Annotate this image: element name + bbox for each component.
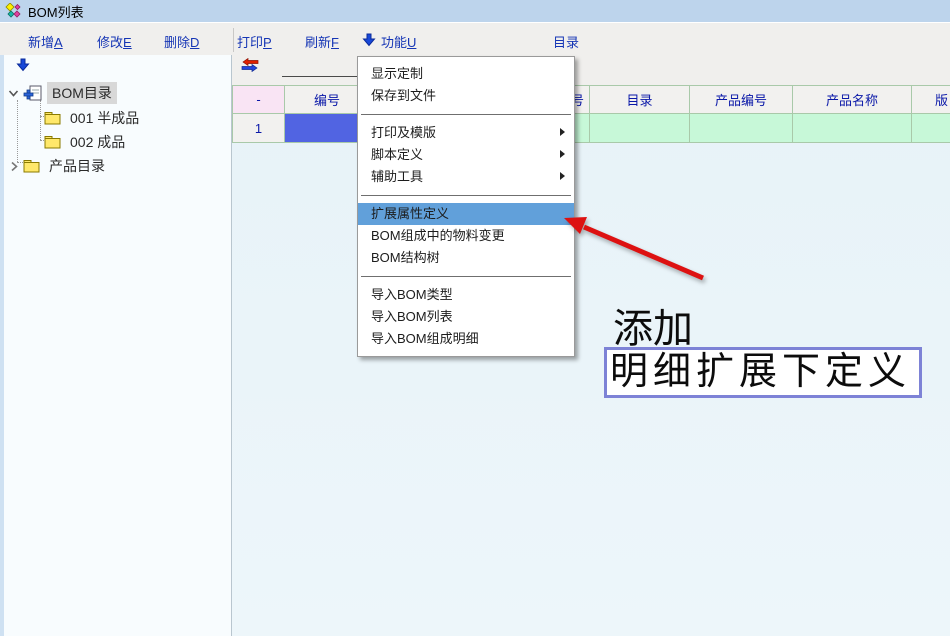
annotation-line2: 明细扩展下定义	[604, 347, 922, 398]
submenu-arrow-icon	[560, 150, 565, 158]
chevron-down-icon[interactable]	[8, 89, 19, 98]
tree-item-label[interactable]: BOM目录	[47, 82, 117, 104]
menu-item-extended-attributes[interactable]: 扩展属性定义	[358, 203, 574, 225]
edit-button[interactable]: 修改E	[97, 32, 132, 51]
tree-item-001[interactable]: 001 半成品	[44, 107, 144, 129]
menu-item-bom-structure-tree[interactable]: BOM结构树	[358, 247, 574, 269]
menu-item-import-bom-detail[interactable]: 导入BOM组成明细	[358, 328, 574, 350]
menu-item-import-bom-list[interactable]: 导入BOM列表	[358, 306, 574, 328]
annotation-line1: 添加	[613, 296, 693, 354]
table-cell[interactable]	[912, 114, 950, 143]
menu-separator	[361, 276, 571, 277]
bom-list-window: BOM列表 新增A 修改E 删除D 打印P 刷新F 功能U 目录	[0, 0, 950, 636]
bom-app-icon	[5, 3, 22, 19]
column-header-directory[interactable]: 目录	[590, 85, 690, 114]
swap-columns-icon[interactable]	[240, 58, 260, 72]
menu-separator	[361, 195, 571, 196]
column-header-product-number[interactable]: 产品编号	[690, 85, 793, 114]
directory-button[interactable]: 目录	[553, 32, 579, 51]
menu-item-bom-material-change[interactable]: BOM组成中的物料变更	[358, 225, 574, 247]
delete-button[interactable]: 删除D	[164, 32, 199, 51]
menu-item-aux-tools[interactable]: 辅助工具	[358, 166, 574, 188]
function-button[interactable]: 功能U	[381, 32, 416, 51]
tree-connector	[40, 100, 41, 140]
bom-document-icon	[23, 85, 43, 102]
column-header-product-name[interactable]: 产品名称	[793, 85, 912, 114]
tree-item-label[interactable]: 002 成品	[65, 131, 130, 153]
add-button[interactable]: 新增A	[28, 32, 63, 51]
folder-icon	[44, 111, 61, 125]
tree-item-002[interactable]: 002 成品	[44, 131, 130, 153]
column-header-indicator[interactable]: -	[232, 85, 285, 114]
column-header-version[interactable]: 版	[912, 85, 950, 114]
menu-item-script-define[interactable]: 脚本定义	[358, 144, 574, 166]
table-cell[interactable]	[590, 114, 690, 143]
window-left-edge	[0, 55, 4, 636]
table-cell[interactable]	[793, 114, 912, 143]
submenu-arrow-icon	[560, 128, 565, 136]
tree-connector	[17, 100, 18, 162]
menu-item-print-templates[interactable]: 打印及模版	[358, 122, 574, 144]
toolbar-separator	[233, 28, 234, 52]
function-menu: 显示定制 保存到文件 打印及模版 脚本定义 辅助工具 扩展属性定义 BOM组成中…	[357, 56, 575, 357]
down-arrow-icon	[362, 33, 376, 47]
print-button[interactable]: 打印P	[237, 32, 272, 51]
table-cell[interactable]	[690, 114, 793, 143]
down-arrow-icon[interactable]	[16, 58, 30, 72]
grid-toolbar-strip	[232, 55, 950, 85]
tree-item-label[interactable]: 产品目录	[44, 155, 110, 177]
titlebar: BOM列表	[0, 0, 950, 22]
quick-filter-field[interactable]	[282, 76, 358, 77]
menu-item-display-custom[interactable]: 显示定制	[358, 63, 574, 85]
bom-grid-panel: - 编号 号 目录 产品编号 产品名称 版 1	[232, 55, 950, 636]
window-title: BOM列表	[28, 2, 84, 21]
tree-panel: BOM目录 001 半成品 002 成品 产品目录	[0, 55, 231, 636]
submenu-arrow-icon	[560, 172, 565, 180]
refresh-button[interactable]: 刷新F	[305, 32, 339, 51]
folder-icon	[23, 159, 40, 173]
chevron-right-icon[interactable]	[10, 161, 19, 172]
menu-separator	[361, 114, 571, 115]
tree-item-label[interactable]: 001 半成品	[65, 107, 144, 129]
toolbar: 新增A 修改E 删除D 打印P 刷新F 功能U 目录	[0, 22, 950, 55]
folder-icon	[44, 135, 61, 149]
menu-item-save-to-file[interactable]: 保存到文件	[358, 85, 574, 107]
row-number-cell[interactable]: 1	[232, 114, 285, 143]
tree-item-bom-directory[interactable]: BOM目录	[8, 82, 117, 104]
tree-item-product-directory[interactable]: 产品目录	[10, 155, 110, 177]
menu-item-import-bom-type[interactable]: 导入BOM类型	[358, 284, 574, 306]
